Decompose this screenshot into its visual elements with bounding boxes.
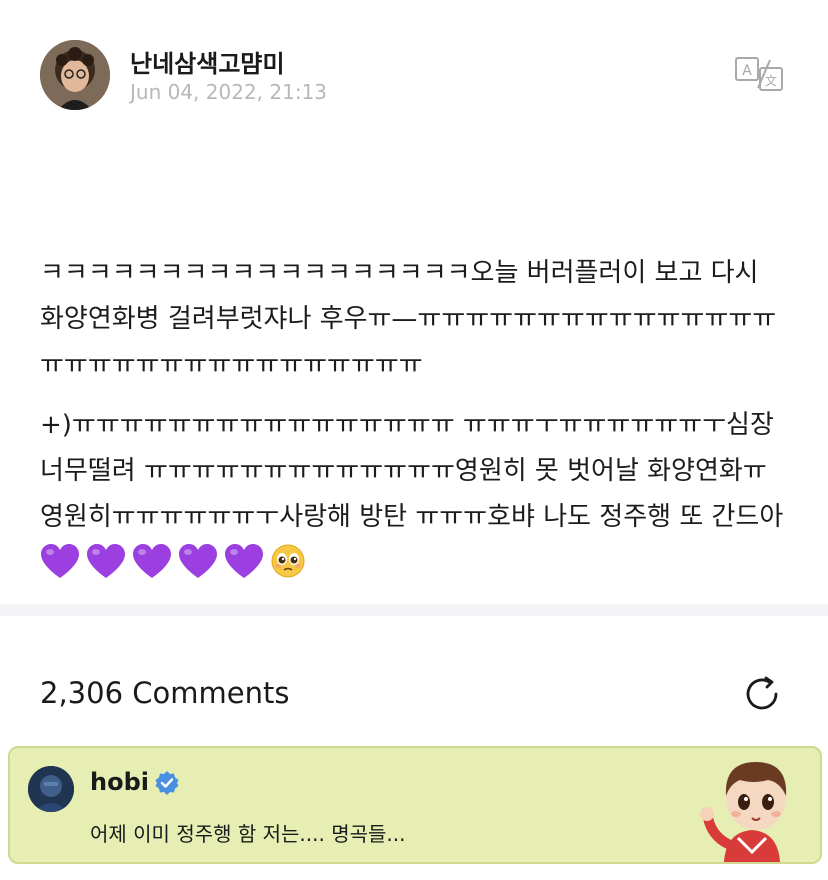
- comments-header: 2,306 Comments: [40, 672, 788, 720]
- comments-count: 2,306 Comments: [40, 676, 290, 710]
- translate-icon: A 文: [735, 57, 783, 91]
- waving-character-sticker: [694, 754, 810, 862]
- heart-emoji-group: [40, 541, 270, 587]
- translate-button[interactable]: A 文: [734, 56, 786, 92]
- post-body-paragraph-2: +)ㅠㅠㅠㅠㅠㅠㅠㅠㅠㅠㅠㅠㅠㅠㅠㅠ ㅠㅠㅠㅜㅠㅠㅠㅠㅠㅠㅜ심장너무떨려 ㅠㅠㅠ…: [40, 402, 790, 587]
- author-avatar[interactable]: [40, 40, 110, 110]
- verified-badge-icon: [154, 770, 180, 796]
- purple-heart-icon: [224, 543, 264, 580]
- avatar-image: [40, 40, 110, 110]
- pleading-face-icon: [270, 543, 306, 579]
- svg-text:A: A: [742, 63, 752, 79]
- refresh-button[interactable]: [740, 672, 784, 716]
- purple-heart-icon: [40, 543, 80, 580]
- comment-text: 어제 이미 정주행 함 저는.... 명곡들...: [90, 822, 406, 846]
- refresh-icon: [746, 676, 778, 710]
- post-body-paragraph-1: ㅋㅋㅋㅋㅋㅋㅋㅋㅋㅋㅋㅋㅋㅋㅋㅋㅋㅋ오늘 버러플러이 보고 다시 화양연화병 걸…: [40, 158, 790, 434]
- purple-heart-icon: [86, 543, 126, 580]
- post-text-1: ㅋㅋㅋㅋㅋㅋㅋㅋㅋㅋㅋㅋㅋㅋㅋㅋㅋㅋ오늘 버러플러이 보고 다시 화양연화병 걸…: [40, 258, 777, 380]
- author-name[interactable]: 난네삼색고먐미: [130, 44, 285, 79]
- purple-heart-icon: [178, 543, 218, 580]
- comment-author-name[interactable]: hobi: [90, 768, 149, 796]
- post-text-2: +)ㅠㅠㅠㅠㅠㅠㅠㅠㅠㅠㅠㅠㅠㅠㅠㅠ ㅠㅠㅠㅜㅠㅠㅠㅠㅠㅠㅜ심장너무떨려 ㅠㅠㅠ…: [40, 410, 784, 532]
- post-header: 난네삼색고먐미 Jun 04, 2022, 21:13 A 文: [40, 40, 788, 112]
- purple-heart-icon: [132, 543, 172, 580]
- comment-author-avatar[interactable]: [28, 766, 74, 812]
- section-divider: [0, 604, 828, 616]
- featured-comment[interactable]: hobi 어제 이미 정주행 함 저는.... 명곡들...: [8, 746, 822, 864]
- svg-text:文: 文: [765, 73, 777, 88]
- post-date: Jun 04, 2022, 21:13: [130, 80, 328, 104]
